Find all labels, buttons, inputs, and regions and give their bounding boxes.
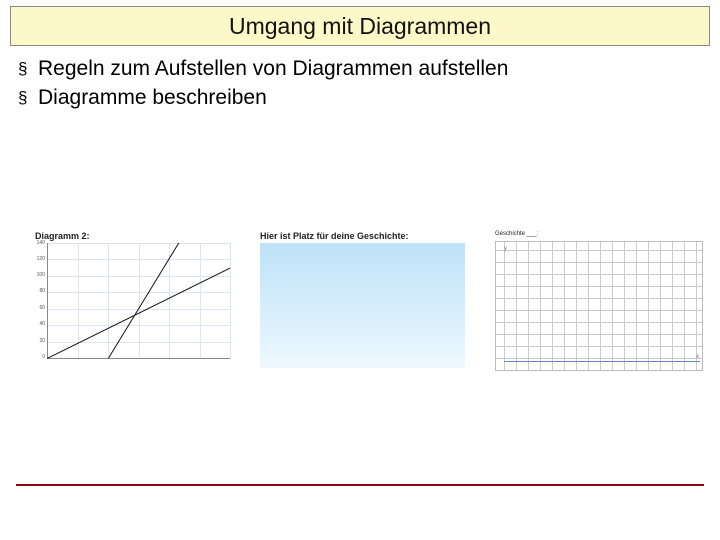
axis-x-line (504, 361, 700, 362)
y-tick: 0 (35, 354, 45, 360)
figure-caption: Hier ist Platz für deine Geschichte: (260, 231, 465, 241)
list-item: § Regeln zum Aufstellen von Diagrammen a… (18, 56, 710, 82)
y-tick: 100 (35, 272, 45, 278)
slide: Umgang mit Diagrammen § Regeln zum Aufst… (0, 6, 720, 540)
figure-blank-grid: Geschichte ___: (495, 231, 703, 386)
chart-plot-area: 0 20 40 60 80 100 120 140 (35, 243, 230, 368)
figure-line-chart: Diagramm 2: (35, 231, 230, 386)
y-tick: 120 (35, 256, 45, 262)
list-item: § Diagramme beschreiben (18, 85, 710, 111)
bullet-icon: § (18, 85, 32, 111)
blank-grid-area: y x (495, 241, 703, 371)
story-writing-area (260, 243, 465, 368)
y-tick: 40 (35, 321, 45, 327)
axis-label-y: y (504, 246, 507, 252)
y-tick: 140 (35, 240, 45, 246)
y-tick: 60 (35, 305, 45, 311)
figure-row: Diagramm 2: (35, 231, 700, 386)
bullet-icon: § (18, 56, 32, 82)
slide-title: Umgang mit Diagrammen (10, 6, 710, 46)
bullet-text: Diagramme beschreiben (32, 85, 267, 111)
bullet-text: Regeln zum Aufstellen von Diagrammen auf… (32, 56, 508, 82)
figure-caption: Diagramm 2: (35, 231, 230, 241)
axis-label-x: x (696, 354, 699, 360)
figure-caption: Geschichte ___: (495, 231, 703, 237)
y-tick: 80 (35, 288, 45, 294)
y-tick: 20 (35, 338, 45, 344)
footer-divider (16, 484, 704, 486)
bullet-list: § Regeln zum Aufstellen von Diagrammen a… (18, 56, 710, 111)
figure-story-box: Hier ist Platz für deine Geschichte: (260, 231, 465, 386)
